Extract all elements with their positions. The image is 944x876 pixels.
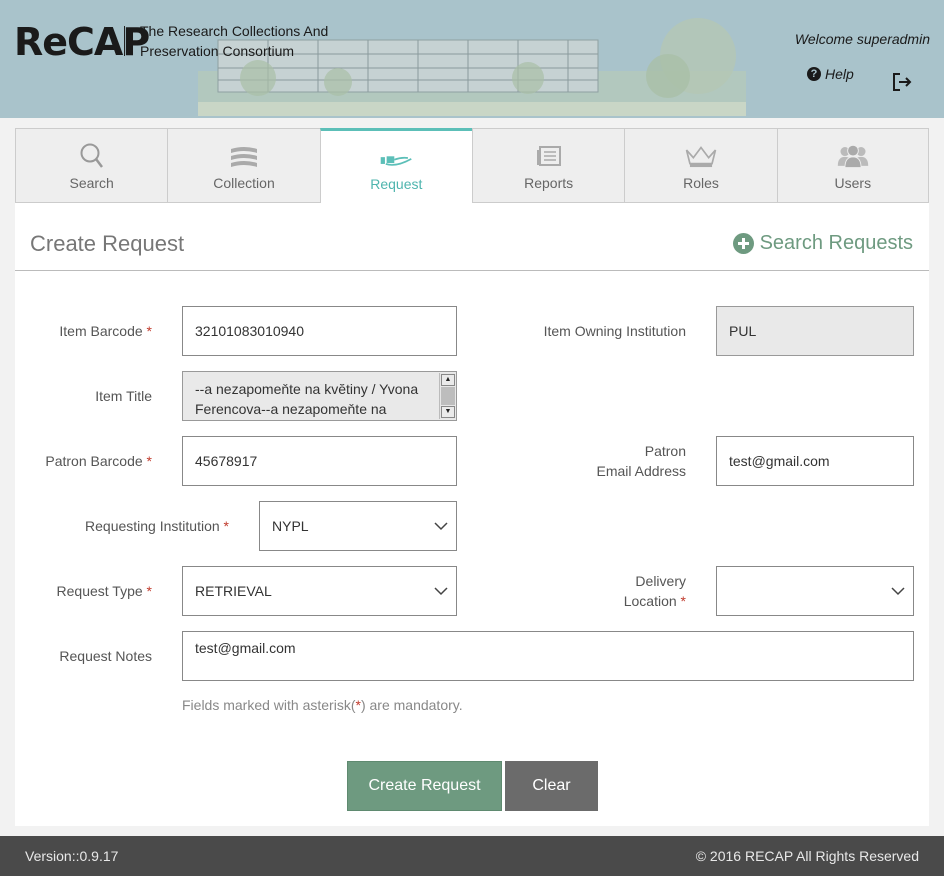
- item-barcode-input[interactable]: 32101083010940: [182, 306, 457, 356]
- item-barcode-label: Item Barcode *: [59, 323, 152, 339]
- request-type-select[interactable]: RETRIEVAL: [182, 566, 457, 616]
- request-type-label: Request Type *: [56, 583, 152, 599]
- mandatory-hint: Fields marked with asterisk(*) are manda…: [182, 697, 463, 713]
- help-link[interactable]: ? Help: [807, 66, 854, 82]
- item-title-label: Item Title: [95, 388, 152, 404]
- scroll-up-icon[interactable]: ▲: [441, 374, 455, 386]
- question-icon: ?: [807, 67, 821, 81]
- search-requests-link[interactable]: Search Requests: [732, 232, 913, 255]
- item-title-scrollbar[interactable]: ▲ ▼: [439, 373, 455, 419]
- tab-label: Roles: [683, 175, 719, 191]
- recap-logo: ReCAP: [14, 20, 150, 64]
- tab-roles[interactable]: Roles: [624, 128, 777, 203]
- main-tabs: Search Collection Request Reports Roles …: [15, 128, 929, 204]
- item-owning-institution-label: Item Owning Institution: [543, 323, 686, 339]
- delivery-location-label: Delivery Location *: [623, 573, 686, 609]
- welcome-text: Welcome superadmin: [794, 31, 930, 47]
- chevron-down-icon: [434, 522, 448, 531]
- tab-search[interactable]: Search: [15, 128, 168, 203]
- logout-icon[interactable]: [890, 70, 914, 94]
- request-type-value: RETRIEVAL: [195, 583, 272, 599]
- logo-divider: [124, 26, 125, 56]
- create-request-button[interactable]: Create Request: [347, 761, 502, 811]
- chevron-down-icon: [434, 587, 448, 596]
- title-divider: [15, 270, 929, 271]
- search-icon: [80, 143, 103, 168]
- request-notes-textarea[interactable]: test@gmail.com: [182, 631, 914, 681]
- requesting-institution-select[interactable]: NYPL: [259, 501, 457, 551]
- tagline: The Research Collections And Preservatio…: [140, 23, 329, 59]
- tab-label: Search: [69, 175, 114, 191]
- plus-circle-icon: [732, 233, 754, 254]
- scroll-thumb[interactable]: [441, 387, 455, 405]
- users-icon: [837, 144, 869, 169]
- help-label: Help: [825, 66, 854, 82]
- patron-email-input[interactable]: test@gmail.com: [716, 436, 914, 486]
- books-icon: [230, 147, 257, 167]
- crown-icon: [685, 146, 717, 168]
- create-request-panel: Create Request Search Requests Item Barc…: [15, 203, 929, 826]
- header: ReCAP The Research Collections And Prese…: [0, 0, 944, 118]
- delivery-location-select[interactable]: [716, 566, 914, 616]
- footer: Version::0.9.17 © 2016 RECAP All Rights …: [0, 836, 944, 876]
- chevron-down-icon: [891, 587, 905, 596]
- tab-collection[interactable]: Collection: [167, 128, 320, 203]
- copyright-text: © 2016 RECAP All Rights Reserved: [695, 848, 919, 864]
- search-requests-label: Search Requests: [759, 232, 913, 254]
- patron-email-label: Patron Email Address: [596, 443, 686, 479]
- tab-users[interactable]: Users: [776, 128, 929, 203]
- tab-label: Collection: [213, 175, 275, 191]
- clear-button[interactable]: Clear: [505, 761, 598, 811]
- version-text: Version::0.9.17: [25, 848, 119, 864]
- tab-label: Reports: [524, 175, 574, 191]
- hand-book-icon: [381, 156, 413, 166]
- report-icon: [536, 146, 561, 166]
- requesting-institution-label: Requesting Institution *: [85, 518, 229, 534]
- tab-label: Users: [834, 175, 872, 191]
- item-title-textarea[interactable]: --a nezapomeňte na kvĕtiny / Yvona Feren…: [182, 371, 457, 421]
- tab-label: Request: [370, 176, 423, 192]
- patron-barcode-input[interactable]: 45678917: [182, 436, 457, 486]
- patron-barcode-label: Patron Barcode *: [45, 453, 152, 469]
- item-title-text: --a nezapomeňte na kvĕtiny / Yvona Feren…: [195, 381, 419, 417]
- request-notes-label: Request Notes: [59, 648, 152, 664]
- page-title: Create Request: [30, 231, 185, 256]
- tab-request[interactable]: Request: [319, 128, 472, 204]
- item-owning-institution-field: PUL: [716, 306, 914, 356]
- scroll-down-icon[interactable]: ▼: [441, 406, 455, 418]
- tab-reports[interactable]: Reports: [471, 128, 625, 203]
- requesting-institution-value: NYPL: [272, 518, 309, 534]
